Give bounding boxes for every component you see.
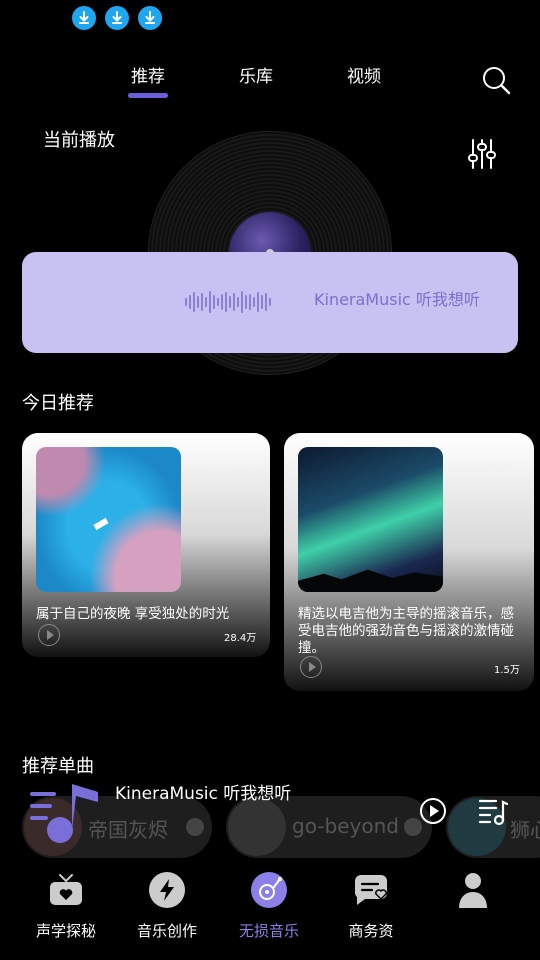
lightning-icon bbox=[149, 872, 185, 908]
tv-heart-icon bbox=[48, 872, 84, 908]
user-icon bbox=[455, 872, 491, 908]
player-title: KineraMusic 听我想听 bbox=[314, 290, 480, 309]
waveform-icon bbox=[185, 290, 271, 314]
bottom-nav: 声学探秘 音乐创作 无损音乐 商务资 bbox=[0, 862, 540, 960]
download-icon bbox=[138, 6, 162, 30]
status-bar-icons bbox=[72, 6, 162, 30]
playlist-icon[interactable] bbox=[478, 796, 509, 826]
rec-cover-image bbox=[298, 447, 443, 592]
today-section-title: 今日推荐 bbox=[22, 393, 94, 414]
player-card[interactable]: KineraMusic 听我想听 bbox=[22, 252, 518, 353]
rec-card[interactable]: 《MOON》Rise 属于自己的夜晚 享受独处的时光 28.4万 bbox=[22, 433, 270, 657]
search-icon[interactable] bbox=[480, 64, 512, 96]
play-count: 28.4万 bbox=[224, 633, 257, 644]
download-icon bbox=[72, 6, 96, 30]
tab-video[interactable]: 视频 bbox=[347, 62, 381, 87]
disc-icon bbox=[251, 872, 287, 908]
play-icon[interactable] bbox=[38, 624, 60, 646]
nav-label: 无损音乐 bbox=[238, 922, 299, 940]
rec-description: 精选以电吉他为主导的摇滚音乐，感受电吉他的强劲音色与摇滚的激情碰撞。 bbox=[298, 606, 514, 656]
play-icon[interactable] bbox=[420, 798, 446, 824]
music-note-icon bbox=[28, 780, 102, 846]
now-playing-title: 当前播放 bbox=[43, 130, 115, 151]
nav-item-business[interactable]: 商务资 bbox=[326, 872, 416, 941]
rec-tag: 电吉他摇滚精选 bbox=[450, 464, 514, 474]
nav-item-create[interactable]: 音乐创作 bbox=[122, 872, 212, 941]
rec-tag: 《MOON》Rise bbox=[192, 464, 258, 474]
mini-player[interactable]: KineraMusic 听我想听 bbox=[0, 770, 540, 860]
download-icon bbox=[105, 6, 129, 30]
rec-card[interactable]: 电吉他摇滚精选 精选以电吉他为主导的摇滚音乐，感受电吉他的强劲音色与摇滚的激情碰… bbox=[284, 433, 534, 691]
play-count: 1.5万 bbox=[494, 665, 520, 676]
top-tabs: 推荐 乐库 视频 bbox=[0, 62, 540, 102]
rec-cover-image bbox=[36, 447, 181, 592]
nav-item-lossless[interactable]: 无损音乐 bbox=[224, 872, 314, 941]
nav-label: 声学探秘 bbox=[35, 922, 96, 940]
equalizer-icon[interactable] bbox=[466, 138, 498, 170]
tab-library[interactable]: 乐库 bbox=[239, 62, 273, 87]
tab-recommend[interactable]: 推荐 bbox=[128, 62, 168, 98]
play-icon[interactable] bbox=[300, 656, 322, 678]
rec-description: 属于自己的夜晚 享受独处的时光 bbox=[36, 606, 230, 622]
mini-player-title: KineraMusic 听我想听 bbox=[115, 784, 292, 804]
nav-label: 商务资 bbox=[348, 922, 394, 940]
nav-item-acoustic[interactable]: 声学探秘 bbox=[21, 872, 111, 941]
nav-item-profile[interactable] bbox=[428, 872, 518, 920]
nav-label: 音乐创作 bbox=[136, 922, 197, 940]
message-heart-icon bbox=[353, 872, 389, 908]
